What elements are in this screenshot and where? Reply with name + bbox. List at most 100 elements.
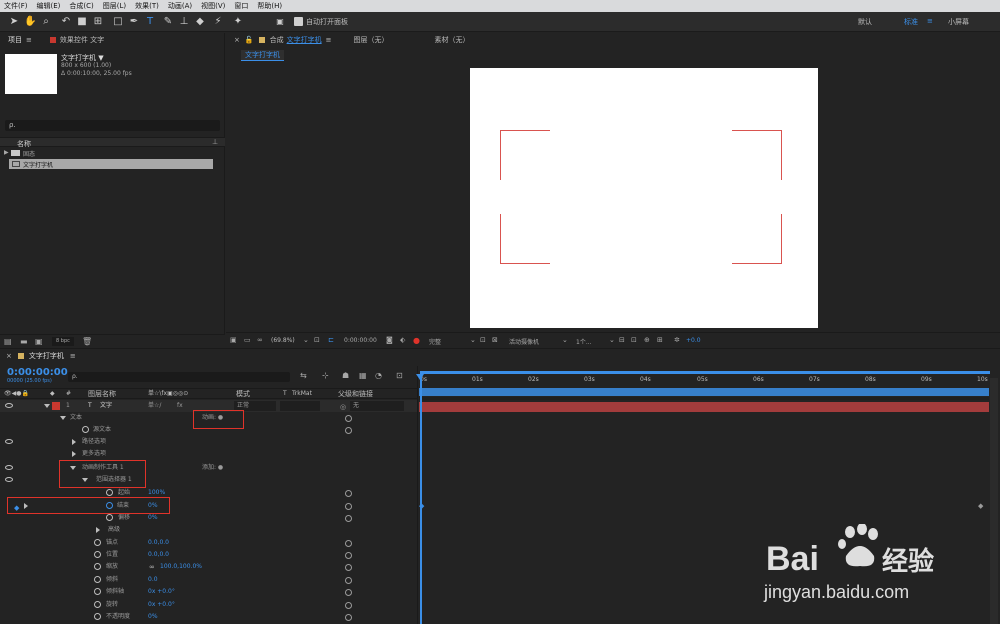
zoom-dropdown[interactable]: (69.8%) xyxy=(271,337,295,344)
label-color-swatch[interactable] xyxy=(52,402,60,410)
bit-depth-button[interactable]: 8 bpc xyxy=(52,337,74,346)
skew-axis-stopwatch-icon[interactable] xyxy=(94,588,101,595)
lock-icon[interactable]: 🔓 xyxy=(245,36,254,44)
fx-switch[interactable]: fx xyxy=(177,400,183,412)
type-tool-icon[interactable]: T xyxy=(144,16,156,28)
source-text-pickwhip-icon[interactable] xyxy=(345,427,352,434)
effects-controls-tab[interactable]: 效果控件 文字 xyxy=(60,35,104,45)
color-channel-icon[interactable]: ● xyxy=(413,336,420,345)
roto-brush-tool-icon[interactable]: ⚡ xyxy=(212,16,224,28)
hierarchy-icon[interactable]: ⊥ xyxy=(212,138,218,146)
property-opacity[interactable]: 不透明度 0% xyxy=(0,611,417,623)
project-item-comp[interactable]: 文字打字机 xyxy=(9,159,213,169)
monitor-icon[interactable]: ▭ xyxy=(244,336,251,344)
hand-tool-icon[interactable]: ✋ xyxy=(24,16,36,28)
parent-dropdown[interactable]: 无 xyxy=(350,401,404,411)
trash-icon[interactable]: 🗑 xyxy=(82,337,92,346)
new-folder-icon[interactable]: ▬ xyxy=(20,337,28,346)
quality-dropdown[interactable]: 完整 xyxy=(429,337,441,346)
resolution-icon[interactable]: ⊡ xyxy=(314,336,320,344)
av-features-icon[interactable]: 👁◀●🔒 xyxy=(4,389,29,399)
trkmat-header[interactable]: TrkMat xyxy=(292,389,312,399)
camera-tool-icon[interactable]: ■ xyxy=(76,16,88,28)
stopwatch-icon[interactable] xyxy=(82,426,89,433)
show-snapshot-icon[interactable]: ⬖ xyxy=(400,336,405,344)
composition-canvas[interactable] xyxy=(470,68,818,328)
motion-blur-icon[interactable]: ◔ xyxy=(375,371,382,380)
trkmat-dropdown[interactable] xyxy=(280,401,320,411)
comp-tab[interactable]: 文字打字机 xyxy=(287,35,322,45)
menu-view[interactable]: 视图(V) xyxy=(201,1,225,11)
snapshot-icon[interactable]: ◙ xyxy=(386,336,393,344)
expand-advanced-icon[interactable] xyxy=(96,527,100,533)
timeline-icon[interactable]: ⊞ xyxy=(657,336,663,344)
property-scale[interactable]: 缩放 ∞ 100.0,100.0% xyxy=(0,561,417,573)
skew-axis-value[interactable]: 0x +0.0° xyxy=(148,586,175,598)
mode-header[interactable]: 模式 xyxy=(236,389,250,399)
brush-tool-icon[interactable]: ✎ xyxy=(162,16,174,28)
expand-path-options-icon[interactable] xyxy=(72,439,76,445)
close-timeline-icon[interactable]: × xyxy=(6,352,12,360)
work-area-bar[interactable] xyxy=(420,371,990,374)
expression-pickwhip-icon[interactable] xyxy=(345,415,352,422)
skew-pickwhip-icon[interactable] xyxy=(345,577,352,584)
comp-breadcrumb[interactable]: 文字打字机 xyxy=(241,50,284,61)
rotation-value[interactable]: 0x +0.0° xyxy=(148,599,175,611)
auto-open-checkbox[interactable] xyxy=(294,17,303,26)
chevron-down-icon[interactable]: ⌄ xyxy=(303,336,309,344)
opacity-stopwatch-icon[interactable] xyxy=(94,613,101,620)
skew-stopwatch-icon[interactable] xyxy=(94,576,101,583)
comp-flowchart-icon[interactable]: ⊕ xyxy=(644,336,650,344)
clone-stamp-tool-icon[interactable]: ⊥ xyxy=(178,16,190,28)
rotate-tool-icon[interactable]: ↶ xyxy=(60,16,72,28)
transparency-grid-icon[interactable]: ⊠ xyxy=(492,336,498,344)
expand-text-icon[interactable] xyxy=(60,416,66,420)
comp-mini-flowchart-icon[interactable]: ⇆ xyxy=(300,371,307,380)
new-comp-icon[interactable]: ▣ xyxy=(35,337,43,346)
workspace-default[interactable]: 默认 xyxy=(858,17,872,27)
property-skew[interactable]: 倾斜 0.0 xyxy=(0,574,417,586)
toggle-pixel-aspect-icon[interactable]: ⊟ xyxy=(619,336,625,344)
close-tab-icon[interactable]: × xyxy=(234,36,240,44)
layer-duration-bar[interactable] xyxy=(419,402,989,412)
property-skew-axis[interactable]: 倾斜轴 0x +0.0° xyxy=(0,586,417,598)
label-icon[interactable]: ◆ xyxy=(50,389,55,399)
timeline-tab[interactable]: 文字打字机 xyxy=(29,351,64,361)
pen-tool-icon[interactable]: ✒ xyxy=(128,16,140,28)
constrain-proportions-icon[interactable]: ∞ xyxy=(149,561,155,573)
project-item-folder[interactable]: ▶ 固态 xyxy=(0,148,225,158)
skew-axis-pickwhip-icon[interactable] xyxy=(345,589,352,596)
layer-tab[interactable]: 图层（无） xyxy=(353,35,388,45)
project-search-input[interactable]: ρ. xyxy=(5,120,220,131)
menu-window[interactable]: 窗口 xyxy=(234,1,248,11)
menu-animation[interactable]: 动画(A) xyxy=(168,1,192,11)
draft-3d-icon[interactable]: ⊹ xyxy=(322,371,329,380)
layer-name[interactable]: 文字 xyxy=(100,400,112,412)
opacity-value[interactable]: 0% xyxy=(148,611,158,623)
end-keyframe-end[interactable]: ◆ xyxy=(978,502,983,510)
property-position[interactable]: 位置 0.0,0.0 xyxy=(0,549,417,561)
scale-stopwatch-icon[interactable] xyxy=(94,563,101,570)
exposure-value[interactable]: +0.0 xyxy=(686,337,701,344)
property-more-options[interactable]: 更多选项 xyxy=(0,448,417,460)
flowchart-icon[interactable]: ⊡ xyxy=(631,336,637,344)
current-time-display[interactable]: 0:00:00:00 xyxy=(344,337,377,344)
layer-name-header[interactable]: 图层名称 xyxy=(88,389,116,399)
end-pickwhip-icon[interactable] xyxy=(345,503,352,510)
views-chevron-icon[interactable]: ⌄ xyxy=(609,336,615,344)
timeline-scrollbar[interactable] xyxy=(990,378,998,624)
rotation-stopwatch-icon[interactable] xyxy=(94,601,101,608)
interpret-footage-icon[interactable]: ▤ xyxy=(4,337,12,346)
property-path-options[interactable]: 路径选项 xyxy=(0,436,417,448)
expand-more-options-icon[interactable] xyxy=(72,451,76,457)
menu-effect[interactable]: 效果(T) xyxy=(135,1,159,11)
start-stopwatch-icon[interactable] xyxy=(106,489,113,496)
parent-header[interactable]: 父级和链接 xyxy=(338,389,373,399)
graph-editor-icon[interactable]: ⊡ xyxy=(396,371,403,380)
timeline-menu-icon[interactable]: ≡ xyxy=(70,352,76,360)
viewer-menu-icon[interactable]: ≡ xyxy=(326,36,332,44)
quality-chevron-icon[interactable]: ⌄ xyxy=(470,336,476,344)
mask-icon[interactable]: ∞ xyxy=(257,336,263,344)
property-anchor[interactable]: 锚点 0.0,0.0 xyxy=(0,537,417,549)
fast-preview-icon[interactable]: ⊡ xyxy=(480,336,486,344)
